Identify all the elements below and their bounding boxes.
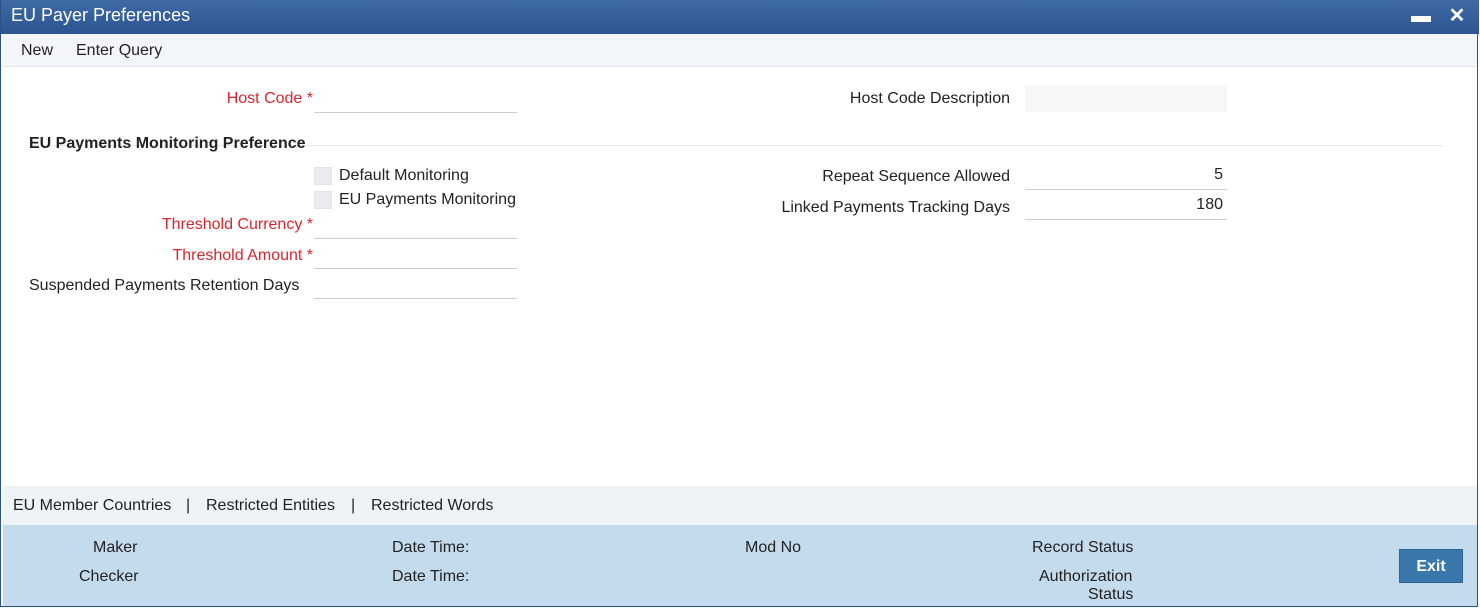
- host-code-label: Host Code *: [101, 90, 313, 108]
- enter-query-button[interactable]: Enter Query: [76, 42, 162, 60]
- repeat-sequence-label: Repeat Sequence Allowed: [822, 168, 1010, 185]
- menu-bar: New Enter Query: [3, 34, 1477, 67]
- threshold-currency-label: Threshold Currency *: [61, 216, 313, 234]
- threshold-amount-label: Threshold Amount *: [61, 247, 313, 265]
- default-monitoring-checkbox[interactable]: [314, 167, 332, 185]
- authorization-status-label-line2: Status: [1088, 586, 1134, 603]
- tab-separator: |: [186, 497, 191, 514]
- checker-label: Checker: [79, 568, 139, 585]
- eu-payments-monitoring-label: EU Payments Monitoring: [339, 191, 516, 208]
- checker-date-time-label: Date Time:: [392, 568, 470, 585]
- threshold-currency-label-text: Threshold Currency: [161, 216, 303, 233]
- tab-separator: |: [351, 497, 356, 514]
- repeat-sequence-field[interactable]: 5: [1025, 164, 1227, 190]
- close-icon[interactable]: ✕: [1445, 3, 1469, 29]
- minimize-icon[interactable]: ▬: [1409, 3, 1433, 29]
- linked-tracking-field[interactable]: 180: [1025, 194, 1227, 220]
- suspended-retention-label: Suspended Payments Retention Days: [29, 277, 300, 294]
- new-button[interactable]: New: [21, 42, 53, 60]
- audit-footer: Maker Checker Date Time: Date Time: Mod …: [3, 525, 1477, 606]
- host-code-label-text: Host Code: [226, 90, 303, 107]
- mod-no-label: Mod No: [745, 539, 802, 556]
- required-marker: *: [306, 216, 313, 233]
- host-code-description-label: Host Code Description: [849, 90, 1010, 107]
- suspended-retention-field[interactable]: [314, 273, 517, 299]
- record-status-label: Record Status: [1032, 539, 1134, 556]
- section-title: EU Payments Monitoring Preference: [29, 135, 306, 152]
- maker-date-time-label: Date Time:: [392, 539, 470, 556]
- eu-payments-monitoring-checkbox[interactable]: [314, 191, 332, 209]
- authorization-status-label-line1: Authorization: [1039, 568, 1133, 585]
- tab-restricted-words[interactable]: Restricted Words: [371, 497, 493, 515]
- threshold-currency-field[interactable]: [314, 213, 517, 239]
- exit-button[interactable]: Exit: [1399, 549, 1463, 583]
- linked-tracking-label: Linked Payments Tracking Days: [781, 199, 1010, 216]
- window-title: EU Payer Preferences: [11, 5, 191, 25]
- subscreen-tab-bar: EU Member Countries | Restricted Entitie…: [3, 486, 1477, 525]
- host-code-field[interactable]: [314, 87, 517, 113]
- host-code-description-field: [1025, 86, 1227, 112]
- threshold-amount-field[interactable]: [314, 243, 517, 269]
- payer-preferences-window: EU Payer Preferences ▬ ✕ New Enter Query…: [0, 0, 1479, 607]
- required-marker: *: [306, 247, 313, 264]
- tab-restricted-entities[interactable]: Restricted Entities: [206, 497, 335, 515]
- threshold-amount-label-text: Threshold Amount: [172, 247, 303, 264]
- tab-eu-member-countries[interactable]: EU Member Countries: [13, 497, 171, 515]
- maker-label: Maker: [93, 539, 138, 556]
- default-monitoring-label: Default Monitoring: [339, 167, 469, 184]
- required-marker: *: [306, 90, 313, 107]
- title-bar: EU Payer Preferences ▬ ✕: [1, 0, 1479, 34]
